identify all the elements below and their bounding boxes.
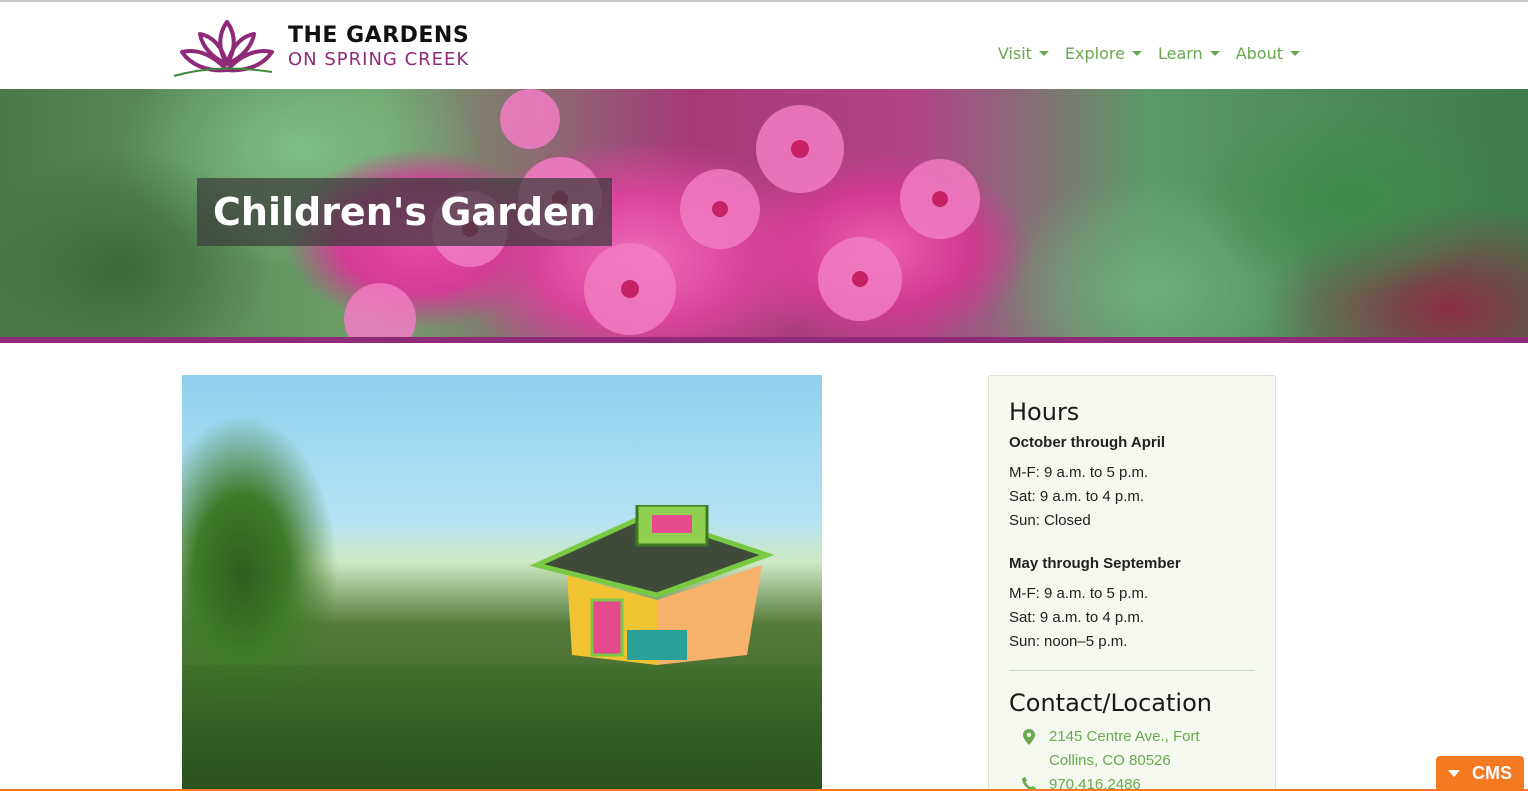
hours-line: Sun: noon–5 p.m. [1009, 633, 1128, 650]
nav-about[interactable]: About [1236, 44, 1300, 63]
caret-down-icon [1290, 51, 1300, 56]
site-header: THE GARDENS ON SPRING CREEK Visit Explor… [0, 0, 1528, 89]
photo-foliage-bottom [182, 665, 822, 791]
cms-label: CMS [1472, 763, 1512, 783]
logo-title: THE GARDENS [288, 23, 470, 48]
main-nav: Visit Explore Learn About [998, 44, 1300, 63]
hours-line: Sun: Closed [1009, 512, 1091, 529]
caret-down-icon [1209, 51, 1220, 56]
hours-line: M-F: 9 a.m. to 5 p.m. [1009, 585, 1149, 602]
lotus-logo-icon [173, 20, 274, 77]
hours-line: Sat: 9 a.m. to 4 p.m. [1009, 609, 1145, 626]
nav-visit[interactable]: Visit [998, 44, 1049, 63]
nav-learn[interactable]: Learn [1158, 44, 1220, 63]
map-marker-icon [1009, 725, 1049, 773]
address-line2: Collins, CO 80526 [1049, 752, 1171, 769]
hours-line: M-F: 9 a.m. to 5 p.m. [1009, 464, 1149, 481]
nav-explore[interactable]: Explore [1065, 44, 1142, 63]
site-logo[interactable]: THE GARDENS ON SPRING CREEK [172, 14, 512, 80]
logo-subtitle: ON SPRING CREEK [288, 49, 470, 70]
nav-visit-label: Visit [997, 44, 1032, 63]
nav-about-label: About [1235, 44, 1283, 63]
season-heading: October through April [1009, 434, 1166, 451]
address-line1: 2145 Centre Ave., Fort [1049, 728, 1200, 745]
contact-heading: Contact/Location [1009, 689, 1212, 717]
hours-heading: Hours [1009, 398, 1080, 426]
hero-banner-image: Children's Garden [0, 89, 1528, 337]
caret-down-icon [1448, 770, 1460, 777]
page-title: Children's Garden [213, 190, 596, 234]
cms-toggle-button[interactable]: CMS [1436, 756, 1524, 791]
caret-down-icon [1038, 51, 1049, 56]
address-link[interactable]: 2145 Centre Ave., Fort Collins, CO 80526 [1009, 725, 1255, 773]
playhouse-image [529, 505, 775, 665]
hero-title-box: Children's Garden [197, 178, 612, 246]
hours-line: Sat: 9 a.m. to 4 p.m. [1009, 488, 1145, 505]
nav-learn-label: Learn [1157, 44, 1203, 63]
sidebar-divider [1009, 670, 1255, 671]
nav-explore-label: Explore [1064, 44, 1125, 63]
info-sidebar-card: Hours October through April M-F: 9 a.m. … [988, 375, 1276, 791]
season-heading: May through September [1009, 555, 1181, 572]
hero-divider [0, 337, 1528, 343]
caret-down-icon [1131, 51, 1142, 56]
childrens-garden-photo [182, 375, 822, 791]
